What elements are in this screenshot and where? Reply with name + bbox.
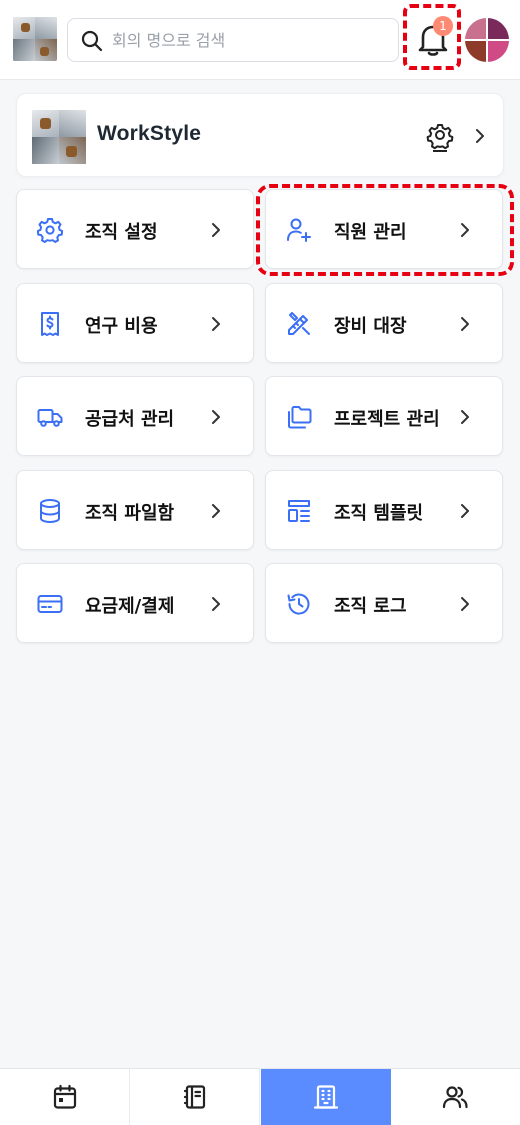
history-icon	[287, 593, 310, 615]
chevron-right-icon	[461, 597, 469, 611]
menu-tile-label: 공급처 관리	[85, 409, 175, 430]
bottom-navigation	[0, 1068, 520, 1125]
folders-icon	[288, 406, 312, 429]
menu-tile-org-settings[interactable]: 조직 설정	[16, 189, 254, 269]
menu-tile-label: 조직 설정	[85, 222, 158, 243]
template-icon	[288, 500, 310, 522]
receipt-dollar-icon	[41, 312, 59, 336]
menu-tile-research-expenses[interactable]: 연구 비용	[16, 283, 254, 363]
menu-tile-label: 연구 비용	[85, 316, 158, 337]
menu-tile-label: 장비 대장	[334, 316, 407, 337]
chevron-right-icon	[212, 504, 220, 518]
nav-tab-people[interactable]	[390, 1069, 520, 1125]
highlight-annotation	[256, 184, 514, 276]
nav-tab-notebook[interactable]	[130, 1069, 260, 1125]
building-icon	[313, 1085, 339, 1109]
top-header: 1	[0, 0, 520, 80]
chevron-right-icon	[212, 223, 220, 237]
notification-button[interactable]: 1	[403, 4, 461, 70]
menu-tile-label: 조직 로그	[334, 596, 407, 617]
menu-tile-label: 프로젝트 관리	[334, 409, 440, 430]
chevron-right-icon	[212, 317, 220, 331]
menu-tile-org-templates[interactable]: 조직 템플릿	[265, 470, 503, 550]
chevron-right-icon	[476, 129, 484, 143]
menu-tile-label: 조직 템플릿	[334, 503, 424, 524]
chevron-right-icon	[461, 504, 469, 518]
organization-logo	[32, 110, 86, 164]
avatar[interactable]	[465, 18, 509, 62]
organization-name: WorkStyle	[97, 122, 202, 145]
menu-tile-label: 조직 파일함	[85, 503, 175, 524]
chevron-right-icon	[212, 597, 220, 611]
nav-tab-organization[interactable]	[261, 1069, 391, 1125]
menu-tile-supplier-management[interactable]: 공급처 관리	[16, 376, 254, 456]
users-icon	[442, 1086, 468, 1109]
notebook-icon	[183, 1085, 206, 1109]
nav-tab-calendar[interactable]	[0, 1069, 130, 1125]
search-input[interactable]	[112, 19, 392, 61]
menu-tile-label: 요금제/결제	[85, 596, 175, 617]
chevron-right-icon	[212, 410, 220, 424]
calendar-icon	[53, 1084, 77, 1109]
organization-logo-thumbnail[interactable]	[13, 17, 57, 61]
gear-icon[interactable]	[425, 122, 455, 152]
chevron-right-icon	[461, 317, 469, 331]
truck-icon	[37, 409, 63, 427]
menu-tile-project-management[interactable]: 프로젝트 관리	[265, 376, 503, 456]
credit-card-icon	[37, 595, 63, 613]
organization-card[interactable]: WorkStyle	[16, 93, 504, 177]
tools-icon	[288, 312, 310, 335]
menu-tile-equipment-ledger[interactable]: 장비 대장	[265, 283, 503, 363]
menu-tile-org-log[interactable]: 조직 로그	[265, 563, 503, 643]
database-icon	[40, 499, 60, 523]
search-icon	[81, 30, 103, 52]
chevron-right-icon	[461, 410, 469, 424]
gear-icon	[37, 218, 63, 243]
menu-tile-org-file-storage[interactable]: 조직 파일함	[16, 470, 254, 550]
menu-tile-plan-billing[interactable]: 요금제/결제	[16, 563, 254, 643]
notification-count-badge: 1	[433, 16, 453, 36]
search-box[interactable]	[67, 18, 399, 62]
